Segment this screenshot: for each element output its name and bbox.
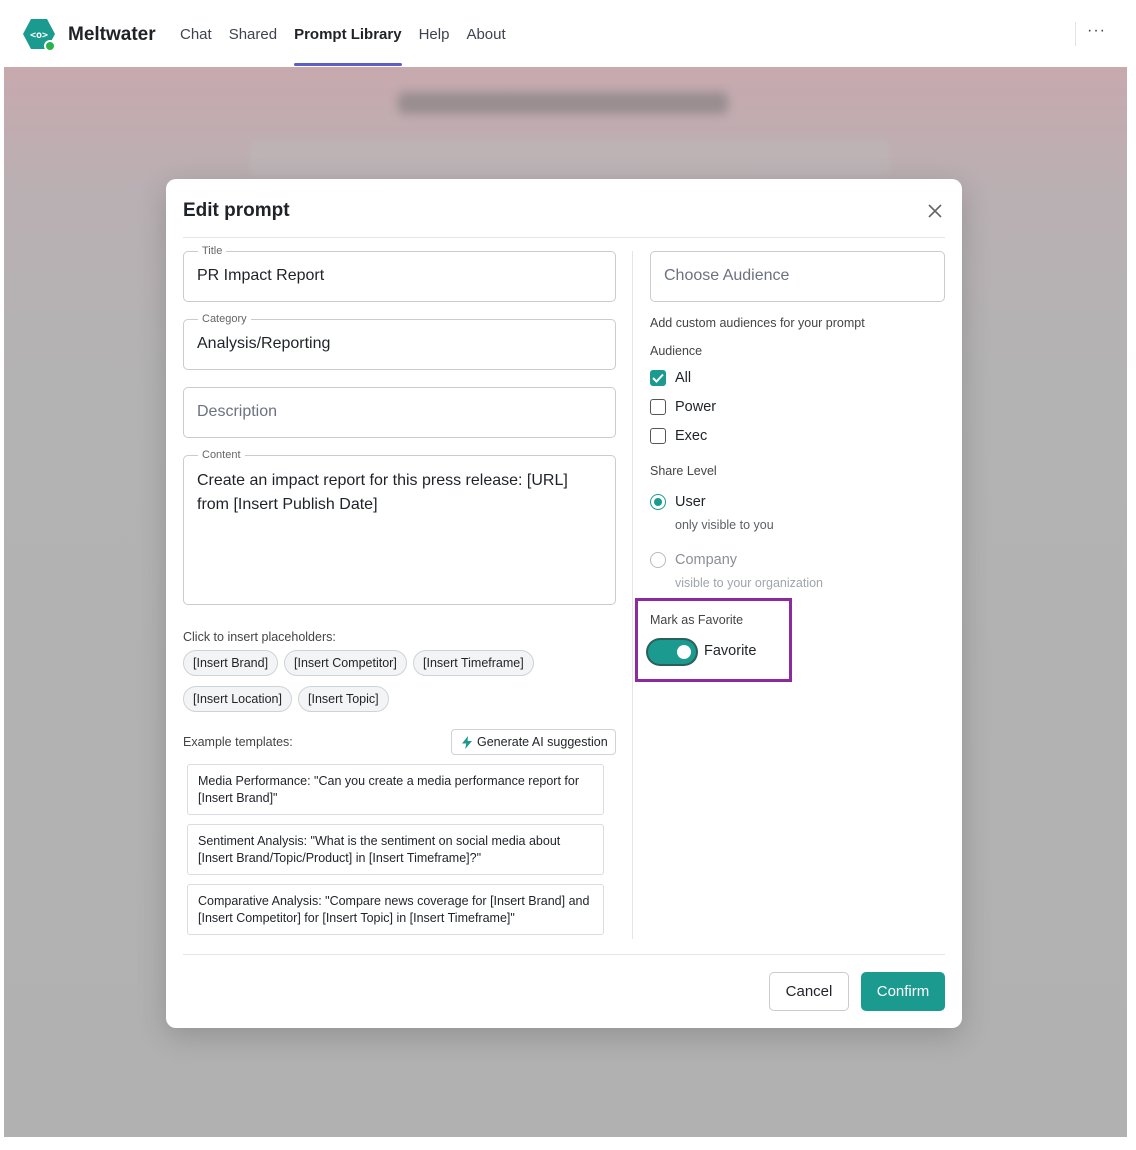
- audience-label: Audience: [650, 344, 703, 358]
- generate-ai-suggestion-button[interactable]: Generate AI suggestion: [451, 729, 616, 755]
- title-field-legend: Title: [198, 244, 227, 258]
- more-options-icon[interactable]: ···: [1087, 22, 1106, 40]
- footer-divider: [183, 954, 945, 955]
- radio-user[interactable]: [650, 494, 666, 510]
- share-level-company-sub: visible to your organization: [675, 576, 823, 590]
- template-sentiment-analysis[interactable]: Sentiment Analysis: "What is the sentime…: [187, 824, 604, 875]
- audience-hint: Add custom audiences for your prompt: [650, 316, 865, 330]
- mark-as-favorite-label: Mark as Favorite: [650, 613, 744, 627]
- examples-label: Example templates:: [183, 735, 293, 749]
- checkbox-exec[interactable]: [650, 428, 666, 444]
- checkbox-power[interactable]: [650, 399, 666, 415]
- nav-chat[interactable]: Chat: [180, 26, 212, 66]
- favorite-toggle[interactable]: [648, 640, 696, 664]
- description-placeholder: Description: [197, 403, 278, 420]
- title-field[interactable]: Title PR Impact Report: [183, 244, 616, 302]
- brand-name: Meltwater: [68, 24, 156, 45]
- category-field-value: Analysis/Reporting: [197, 335, 331, 352]
- nav-divider: [1075, 22, 1076, 46]
- nav-prompt-library[interactable]: Prompt Library: [294, 26, 402, 66]
- title-field-value: PR Impact Report: [197, 267, 325, 284]
- share-level-user[interactable]: User: [650, 494, 706, 510]
- confirm-button[interactable]: Confirm: [861, 972, 945, 1011]
- blurred-page-title: [398, 92, 728, 114]
- favorite-toggle-label: Favorite: [704, 643, 757, 659]
- placeholder-chip-brand[interactable]: [Insert Brand]: [183, 650, 279, 676]
- close-icon[interactable]: [925, 201, 945, 221]
- description-field[interactable]: Description: [183, 387, 616, 438]
- category-field[interactable]: Category Analysis/Reporting: [183, 312, 616, 370]
- generate-ai-suggestion-label: Generate AI suggestion: [477, 735, 608, 749]
- placeholder-chip-location[interactable]: [Insert Location]: [183, 686, 292, 712]
- share-level-company-label: Company: [675, 552, 738, 568]
- blurred-search-bar: [250, 140, 890, 176]
- top-nav-bar: <o> Meltwater Chat Shared Prompt Library…: [0, 0, 1136, 67]
- audience-option-exec-label: Exec: [675, 428, 708, 444]
- share-level-company[interactable]: Company: [650, 552, 737, 568]
- cancel-button[interactable]: Cancel: [769, 972, 849, 1011]
- choose-audience-placeholder: Choose Audience: [664, 267, 790, 284]
- share-level-user-sub: only visible to you: [675, 518, 774, 532]
- main-nav: Chat Shared Prompt Library Help About: [180, 26, 523, 66]
- audience-option-all-label: All: [675, 370, 692, 386]
- radio-company[interactable]: [650, 552, 666, 568]
- category-field-legend: Category: [198, 312, 251, 326]
- nav-shared[interactable]: Shared: [229, 26, 277, 66]
- content-field[interactable]: Content Create an impact report for this…: [183, 448, 616, 605]
- placeholders-label: Click to insert placeholders:: [183, 630, 336, 644]
- audience-option-power-label: Power: [675, 399, 717, 415]
- template-comparative-analysis[interactable]: Comparative Analysis: "Compare news cove…: [187, 884, 604, 935]
- audience-option-all[interactable]: All: [650, 370, 691, 386]
- placeholder-chip-timeframe[interactable]: [Insert Timeframe]: [413, 650, 534, 676]
- column-divider: [632, 251, 633, 939]
- share-level-user-label: User: [675, 494, 706, 510]
- nav-about[interactable]: About: [466, 26, 505, 66]
- content-field-legend: Content: [198, 448, 245, 462]
- share-level-label: Share Level: [650, 464, 717, 478]
- nav-help[interactable]: Help: [419, 26, 450, 66]
- choose-audience-field[interactable]: Choose Audience: [650, 251, 945, 302]
- audience-option-power[interactable]: Power: [650, 399, 716, 415]
- dialog-title: Edit prompt: [183, 200, 290, 221]
- edit-prompt-dialog: Edit prompt Title PR Impact Report Categ…: [166, 179, 962, 1028]
- placeholder-chip-topic[interactable]: [Insert Topic]: [298, 686, 389, 712]
- toggle-knob: [677, 645, 691, 659]
- status-dot-icon: [44, 40, 56, 52]
- meltwater-logo-icon[interactable]: <o>: [22, 18, 56, 52]
- placeholder-chip-competitor[interactable]: [Insert Competitor]: [284, 650, 407, 676]
- header-divider: [183, 237, 945, 238]
- audience-option-exec[interactable]: Exec: [650, 428, 707, 444]
- template-media-performance[interactable]: Media Performance: "Can you create a med…: [187, 764, 604, 815]
- lightning-icon: [462, 735, 472, 749]
- checkmark-icon: [652, 373, 664, 383]
- checkbox-all[interactable]: [650, 370, 666, 386]
- content-field-value: Create an impact report for this press r…: [197, 472, 568, 513]
- svg-text:<o>: <o>: [30, 30, 48, 41]
